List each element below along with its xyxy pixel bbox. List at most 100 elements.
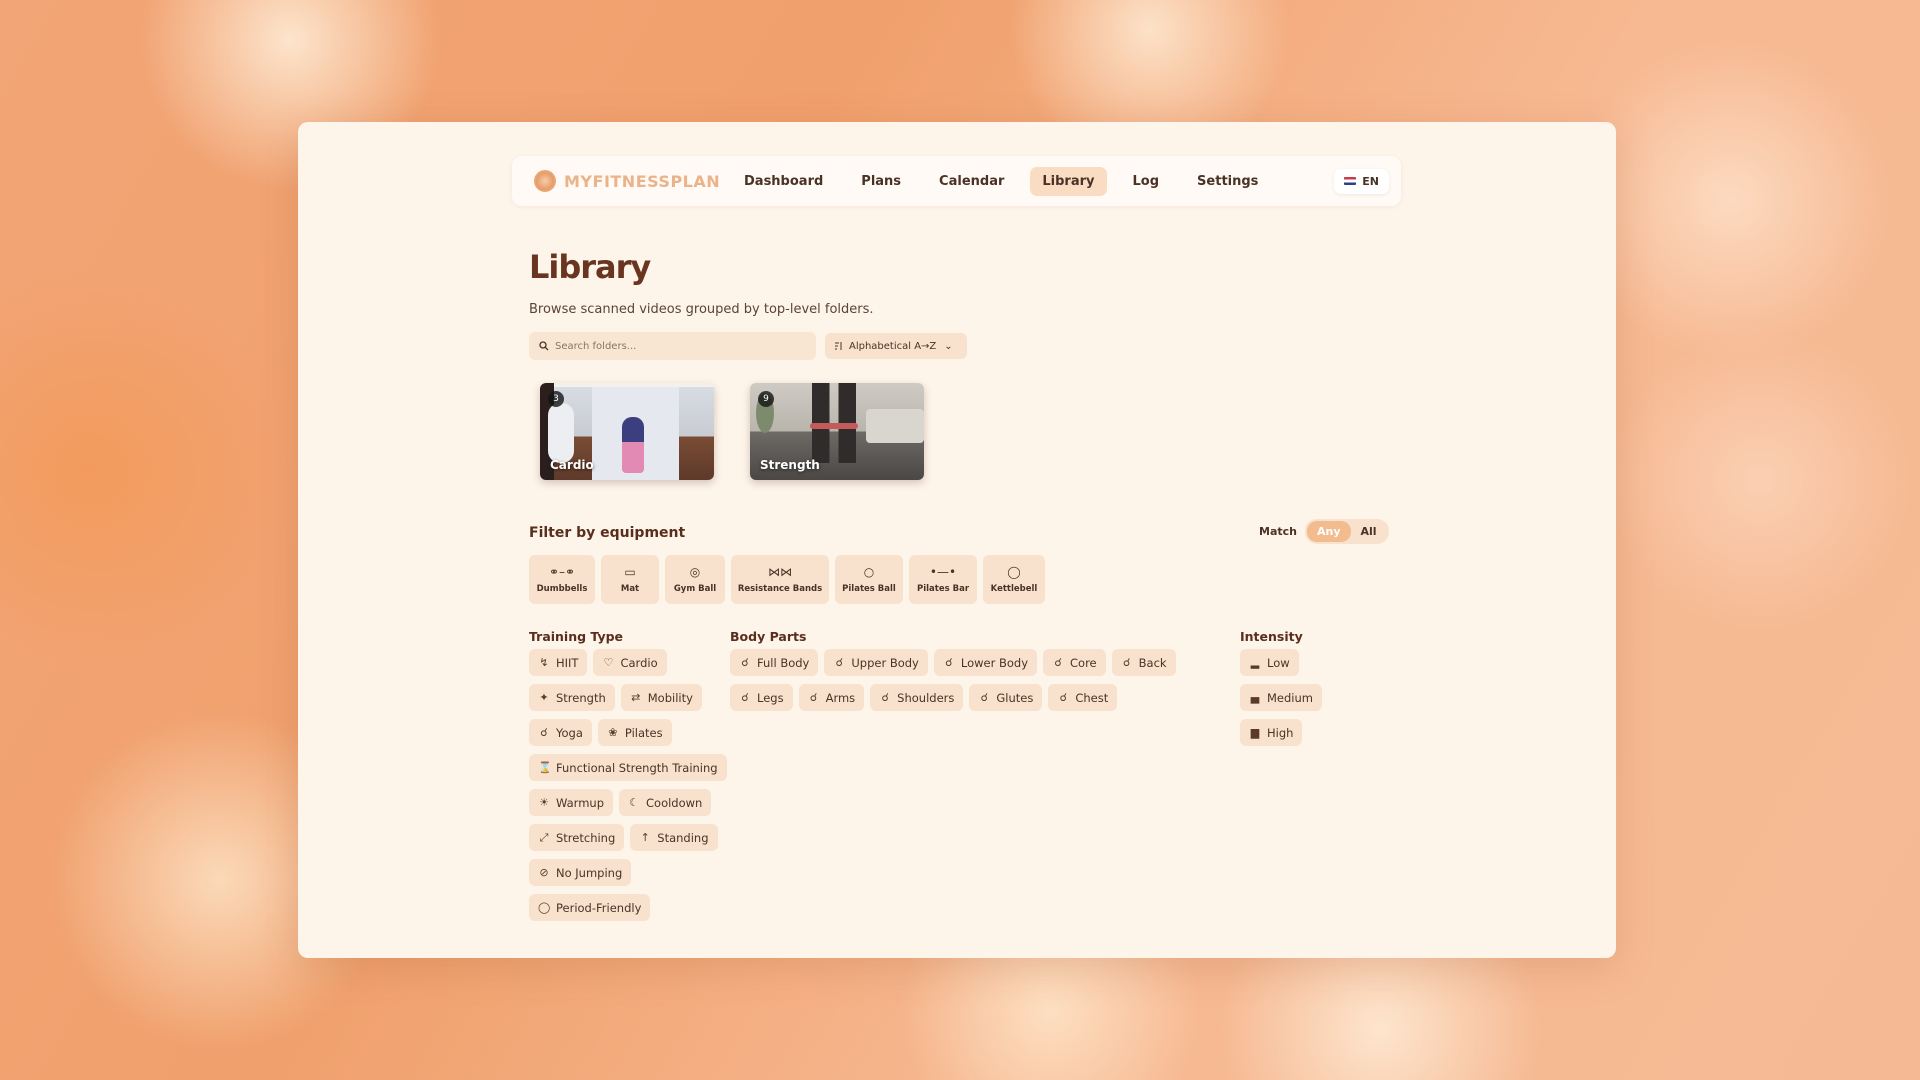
equipment-label: Pilates Ball — [842, 584, 896, 594]
nav-calendar[interactable]: Calendar — [927, 167, 1016, 196]
equipment-dumbbells[interactable]: ⚭–⚭ Dumbbells — [529, 555, 595, 604]
person-icon: ☌ — [881, 691, 889, 704]
equipment-label: Kettlebell — [990, 584, 1038, 594]
nav-plans[interactable]: Plans — [849, 167, 913, 196]
search-box — [529, 332, 816, 360]
expand-icon: ⤢ — [539, 830, 549, 844]
chip-standing[interactable]: ↑ Standing — [630, 824, 718, 851]
person-icon: ☌ — [809, 691, 818, 704]
chip-upper-body[interactable]: ☌ Upper Body — [824, 649, 928, 676]
chip-label: High — [1267, 725, 1294, 740]
chip-lower-body[interactable]: ☌ Lower Body — [933, 649, 1038, 676]
nav-dashboard[interactable]: Dashboard — [732, 167, 835, 196]
chip-core[interactable]: ☌ Core — [1043, 649, 1106, 676]
chip-label: Cardio — [620, 655, 658, 670]
language-selector[interactable]: EN — [1334, 168, 1389, 194]
chip-label: Yoga — [556, 725, 583, 740]
chip-intensity-medium[interactable]: ▄ Medium — [1240, 684, 1322, 711]
chip-shoulders[interactable]: ☌ Shoulders — [870, 684, 964, 711]
chip-strength[interactable]: ✦ Strength — [529, 684, 615, 711]
signal-low-icon: ▂ — [1250, 656, 1260, 669]
chip-functional-strength-training[interactable]: ⌛ Functional Strength Training — [529, 754, 727, 781]
chip-cardio[interactable]: ♡ Cardio — [593, 649, 667, 676]
person-icon: ☌ — [1059, 691, 1068, 704]
folder-thumbnail-sofa — [866, 409, 924, 443]
chip-intensity-low[interactable]: ▂ Low — [1240, 649, 1299, 676]
chip-intensity-high[interactable]: ▆ High — [1240, 719, 1303, 746]
equipment-mat[interactable]: ▭ Mat — [601, 555, 659, 604]
brand[interactable]: MYFITNESSPLAN — [534, 170, 724, 192]
equipment-label: Resistance Bands — [737, 584, 823, 594]
nav-settings[interactable]: Settings — [1185, 167, 1270, 196]
chip-chest[interactable]: ☌ Chest — [1048, 684, 1118, 711]
chip-full-body[interactable]: ☌ Full Body — [730, 649, 819, 676]
top-navbar: MYFITNESSPLAN Dashboard Plans Calendar L… — [512, 156, 1401, 206]
chip-label: Period-Friendly — [556, 900, 642, 915]
chip-label: Full Body — [757, 655, 810, 670]
chip-label: Mobility — [647, 690, 693, 705]
chip-legs[interactable]: ☌ Legs — [730, 684, 793, 711]
chip-label: Pilates — [624, 725, 663, 740]
signal-high-icon: ▆ — [1250, 726, 1260, 739]
ban-icon: ⊘ — [539, 866, 549, 879]
chip-cooldown[interactable]: ☾ Cooldown — [619, 789, 712, 816]
folder-count-badge: 9 — [758, 391, 774, 407]
folder-count-badge: 3 — [548, 391, 564, 407]
language-code: EN — [1362, 174, 1379, 188]
kettlebell-icon: ◯ — [1007, 565, 1021, 579]
brand-name: MYFITNESSPLAN — [564, 171, 721, 191]
match-any-option[interactable]: Any — [1306, 521, 1351, 542]
person-icon: ☌ — [741, 691, 749, 704]
training-type-title: Training Type — [529, 629, 624, 644]
sparkle-icon: ✦ — [539, 691, 549, 704]
nav-library[interactable]: Library — [1030, 166, 1107, 196]
body-parts-title: Body Parts — [730, 629, 807, 644]
shield-icon: ◯ — [538, 901, 551, 914]
folder-thumbnail-band — [810, 423, 858, 429]
chip-hiit[interactable]: ↯ HIIT — [529, 649, 588, 676]
hourglass-icon: ⌛ — [538, 761, 552, 774]
bar-icon: •—• — [929, 565, 957, 579]
person-icon: ☌ — [1054, 656, 1062, 669]
folder-thumbnail — [548, 403, 574, 463]
equipment-label: Gym Ball — [673, 584, 717, 594]
equipment-pilates-ball[interactable]: ○ Pilates Ball — [835, 555, 903, 604]
chip-yoga[interactable]: ☌ Yoga — [529, 719, 592, 746]
chip-label: Back — [1138, 655, 1167, 670]
chip-label: Cooldown — [646, 795, 703, 810]
chip-label: Chest — [1075, 690, 1109, 705]
chevron-down-icon: ⌄ — [944, 340, 953, 352]
chip-arms[interactable]: ☌ Arms — [798, 684, 865, 711]
equipment-pilates-bar[interactable]: •—• Pilates Bar — [909, 555, 977, 604]
chip-pilates[interactable]: ❀ Pilates — [597, 719, 672, 746]
folder-card-strength[interactable]: 9 Strength — [750, 383, 924, 480]
chip-label: Upper Body — [851, 655, 919, 670]
folder-card-cardio[interactable]: 3 Cardio — [540, 383, 714, 480]
dumbbell-icon: ⚭–⚭ — [548, 565, 576, 579]
page-subtitle: Browse scanned videos grouped by top-lev… — [529, 302, 874, 317]
chip-label: Core — [1070, 655, 1097, 670]
sort-dropdown[interactable]: Alphabetical A→Z ⌄ — [825, 333, 967, 359]
arrow-up-icon: ↑ — [640, 831, 650, 844]
chip-period-friendly[interactable]: ◯ Period-Friendly — [529, 894, 651, 921]
nav-log[interactable]: Log — [1121, 167, 1172, 196]
chip-mobility[interactable]: ⇄ Mobility — [620, 684, 702, 711]
chip-warmup[interactable]: ☀ Warmup — [529, 789, 613, 816]
match-all-option[interactable]: All — [1351, 521, 1387, 542]
equipment-resistance-bands[interactable]: ⋈⋈ Resistance Bands — [731, 555, 829, 604]
folder-thumbnail-person — [622, 417, 644, 473]
band-icon: ⋈⋈ — [768, 565, 792, 579]
ball-icon: ◎ — [689, 565, 701, 579]
search-input[interactable] — [555, 340, 795, 352]
chip-stretching[interactable]: ⤢ Stretching — [529, 824, 625, 851]
chip-back[interactable]: ☌ Back — [1111, 649, 1176, 676]
person-icon: ☌ — [540, 726, 548, 739]
chip-label: Legs — [757, 690, 784, 705]
chip-no-jumping[interactable]: ⊘ No Jumping — [529, 859, 632, 886]
arrows-icon: ⇄ — [631, 691, 641, 704]
equipment-kettlebell[interactable]: ◯ Kettlebell — [983, 555, 1045, 604]
chip-glutes[interactable]: ☌ Glutes — [969, 684, 1043, 711]
search-icon — [539, 341, 549, 351]
equipment-gym-ball[interactable]: ◎ Gym Ball — [665, 555, 725, 604]
uk-flag-icon — [1344, 177, 1357, 185]
